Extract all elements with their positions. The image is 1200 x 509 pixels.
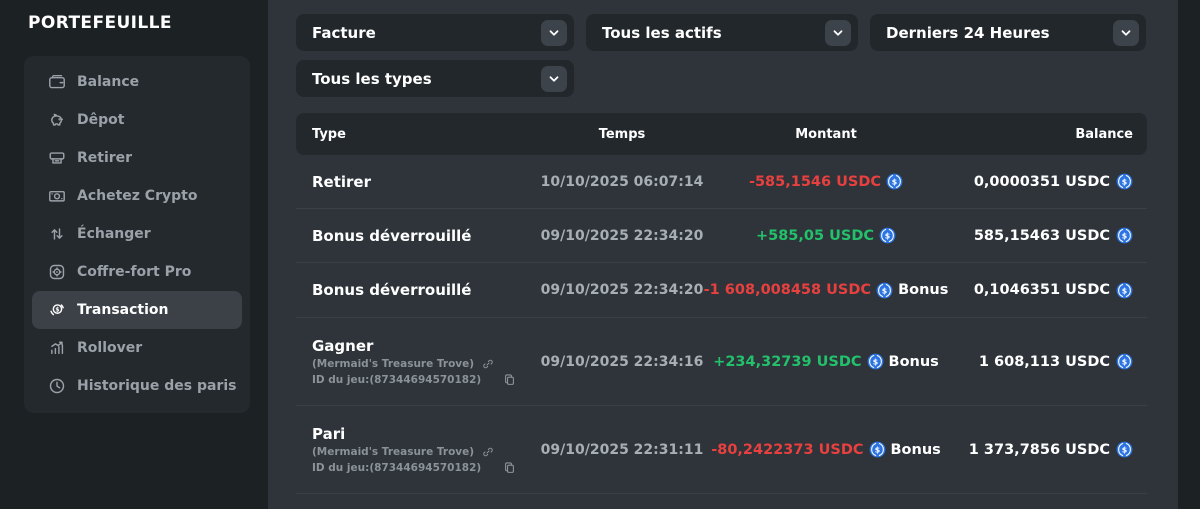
sidebar-item-label: Échanger: [77, 226, 151, 242]
usdc-coin-icon: [1116, 282, 1133, 299]
table-row: Bonus déverrouillé 09/10/2025 22:34:20 +…: [296, 209, 1147, 263]
tx-game-name: (Mermaid's Treasure Trove): [312, 358, 474, 370]
piggy-bank-icon: [48, 111, 66, 129]
tx-amount: -585,1546 USDC: [749, 174, 881, 190]
sidebar-item-transaction[interactable]: $ Transaction: [32, 291, 242, 329]
chevron-down-icon[interactable]: [541, 20, 567, 46]
header-time: Temps: [528, 127, 716, 142]
sidebar-item-echanger[interactable]: Échanger: [32, 215, 242, 253]
tx-game-id: ID du jeu:(87344694570182): [312, 374, 481, 386]
usdc-coin-icon: [867, 353, 884, 370]
svg-text:$: $: [55, 307, 59, 313]
page-title: PORTEFEUILLE: [28, 13, 172, 33]
rollover-icon: [48, 339, 66, 357]
tx-balance: 1 373,7856 USDC: [969, 442, 1110, 458]
sidebar-item-label: Dêpot: [77, 112, 124, 128]
copy-icon[interactable]: [503, 373, 516, 386]
wallet-icon: [48, 73, 66, 91]
link-icon[interactable]: [482, 358, 494, 370]
chevron-down-icon[interactable]: [1113, 20, 1139, 46]
period-dropdown[interactable]: Derniers 24 Heures: [870, 14, 1146, 51]
sidebar-item-depot[interactable]: Dêpot: [32, 101, 242, 139]
header-amount: Montant: [716, 127, 936, 142]
usdc-coin-icon: [1116, 227, 1133, 244]
tx-game-id: ID du jeu:(87344694570182): [312, 462, 481, 474]
chevron-down-icon[interactable]: [541, 66, 567, 92]
tx-balance: 0,1046351 USDC: [974, 282, 1110, 298]
usdc-coin-icon: [876, 282, 893, 299]
transactions-table: Type Temps Montant Balance Retirer 10/10…: [296, 113, 1147, 494]
tx-time: 10/10/2025 06:07:14: [528, 174, 716, 190]
sidebar-item-label: Coffre-fort Pro: [77, 264, 191, 280]
swap-icon: [48, 225, 66, 243]
tx-amount: -80,2422373 USDC: [711, 442, 863, 458]
link-icon[interactable]: [482, 446, 494, 458]
period-dropdown-value: Derniers 24 Heures: [886, 24, 1050, 42]
sidebar-item-coffre-fort-pro[interactable]: Coffre-fort Pro: [32, 253, 242, 291]
tx-balance: 585,15463 USDC: [974, 228, 1110, 244]
transaction-panel: Facture Tous les actifs Derniers 24 Heur…: [268, 0, 1178, 509]
tx-amount: +234,32739 USDC: [713, 354, 861, 370]
buy-crypto-icon: [48, 187, 66, 205]
tx-balance: 1 608,113 USDC: [979, 354, 1110, 370]
wallet-page: PORTEFEUILLE Balance Dêpot Retirer Achet…: [0, 0, 1200, 509]
sidebar-item-label: Retirer: [77, 150, 132, 166]
table-header: Type Temps Montant Balance: [296, 113, 1147, 155]
tx-game-name: (Mermaid's Treasure Trove): [312, 446, 474, 458]
types-dropdown[interactable]: Tous les types: [296, 60, 574, 97]
bonus-tag: Bonus: [889, 354, 939, 370]
usdc-coin-icon: [869, 441, 886, 458]
sidebar-item-label: Achetez Crypto: [77, 188, 197, 204]
tx-balance: 0,0000351 USDC: [974, 174, 1110, 190]
assets-dropdown[interactable]: Tous les actifs: [586, 14, 858, 51]
tx-type: Bonus déverrouillé: [296, 227, 528, 245]
withdraw-icon: [48, 149, 66, 167]
sidebar-nav: Balance Dêpot Retirer Achetez Crypto Éch…: [24, 56, 250, 413]
sidebar-item-label: Rollover: [77, 340, 142, 356]
facture-dropdown[interactable]: Facture: [296, 14, 574, 51]
table-row: Bonus déverrouillé 09/10/2025 22:34:20 -…: [296, 263, 1147, 318]
facture-dropdown-value: Facture: [312, 24, 376, 42]
sidebar-item-rollover[interactable]: Rollover: [32, 329, 242, 367]
usdc-coin-icon: [1116, 441, 1133, 458]
sidebar-item-label: Balance: [77, 74, 139, 90]
tx-type: Retirer: [296, 173, 528, 191]
table-row: Retirer 10/10/2025 06:07:14 -585,1546 US…: [296, 155, 1147, 209]
assets-dropdown-value: Tous les actifs: [602, 24, 722, 42]
chevron-down-icon[interactable]: [825, 20, 851, 46]
history-icon: [48, 377, 66, 395]
tx-time: 09/10/2025 22:34:20: [528, 228, 716, 244]
tx-type: Bonus déverrouillé: [296, 281, 528, 299]
types-dropdown-value: Tous les types: [312, 70, 432, 88]
sidebar-item-achetez-crypto[interactable]: Achetez Crypto: [32, 177, 242, 215]
sidebar-item-label: Historique des paris: [77, 378, 236, 394]
tx-time: 09/10/2025 22:34:16: [528, 354, 716, 370]
tx-time: 09/10/2025 22:34:20: [528, 282, 716, 298]
usdc-coin-icon: [879, 227, 896, 244]
sidebar-item-historique-des-paris[interactable]: Historique des paris: [32, 367, 242, 405]
tx-time: 09/10/2025 22:31:11: [528, 442, 716, 458]
tx-type: Pari: [312, 425, 345, 443]
tx-type: Gagner: [312, 337, 373, 355]
bonus-tag: Bonus: [891, 442, 941, 458]
transaction-icon: $: [48, 301, 66, 319]
header-type: Type: [296, 127, 528, 142]
vault-icon: [48, 263, 66, 281]
sidebar-item-label: Transaction: [77, 302, 169, 318]
sidebar-item-retirer[interactable]: Retirer: [32, 139, 242, 177]
tx-amount: +585,05 USDC: [756, 228, 874, 244]
usdc-coin-icon: [1116, 173, 1133, 190]
sidebar-item-balance[interactable]: Balance: [32, 63, 242, 101]
usdc-coin-icon: [886, 173, 903, 190]
copy-icon[interactable]: [503, 461, 516, 474]
usdc-coin-icon: [1116, 353, 1133, 370]
tx-amount: -1 608,008458 USDC: [704, 282, 871, 298]
table-row: Pari (Mermaid's Treasure Trove) ID du je…: [296, 406, 1147, 494]
table-row: Gagner (Mermaid's Treasure Trove) ID du …: [296, 318, 1147, 406]
header-balance: Balance: [936, 127, 1147, 142]
